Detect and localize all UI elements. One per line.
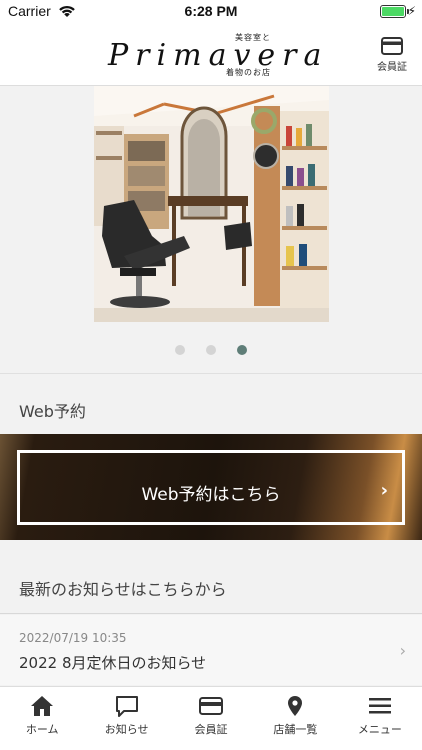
news-list-item[interactable]: 2022/07/19 10:35 2022 8月定休日のお知らせ › xyxy=(0,615,422,685)
web-reservation-button[interactable]: Web予約はこちら › xyxy=(17,450,405,525)
carousel-pagination xyxy=(0,340,422,355)
news-heading: 最新のお知らせはこちらから xyxy=(19,580,227,599)
bottom-tab-bar: ホーム お知らせ 会員証 店舗一覧 メニュー xyxy=(0,686,422,750)
salon-interior-illustration xyxy=(94,86,329,322)
tab-menu-label: メニュー xyxy=(357,723,402,736)
carousel-dot-3-active[interactable] xyxy=(237,345,248,355)
tab-news-label: お知らせ xyxy=(104,723,149,736)
tab-stores[interactable]: 店舗一覧 xyxy=(253,687,337,750)
tab-home-label: ホーム xyxy=(25,723,59,736)
card-icon xyxy=(199,697,224,715)
chevron-right-icon: › xyxy=(380,480,388,501)
logo-wordmark: Primavera xyxy=(108,38,329,73)
app-header: 美容室と Primavera 着物のお店 会員証 xyxy=(0,24,422,86)
carousel-dot-1[interactable] xyxy=(174,345,185,355)
tab-member-card[interactable]: 会員証 xyxy=(169,687,253,750)
card-icon xyxy=(381,37,403,55)
news-date: 2022/07/19 10:35 xyxy=(19,631,127,645)
tab-home[interactable]: ホーム xyxy=(0,687,84,750)
tab-menu[interactable]: メニュー xyxy=(338,687,422,750)
charging-icon: ⚡ xyxy=(407,4,416,18)
location-pin-icon xyxy=(288,696,303,716)
tab-stores-label: 店舗一覧 xyxy=(273,723,318,736)
salon-interior-photo[interactable] xyxy=(94,86,329,322)
status-time: 6:28 PM xyxy=(184,3,238,19)
status-bar: Carrier 6:28 PM ⚡ xyxy=(0,0,422,24)
tab-news[interactable]: お知らせ xyxy=(84,687,168,750)
logo-subtitle-bottom: 着物のお店 xyxy=(226,68,271,77)
primavera-logo: 美容室と Primavera 着物のお店 xyxy=(108,32,321,80)
news-section-header: 最新のお知らせはこちらから xyxy=(0,562,422,614)
news-title: 2022 8月定休日のお知らせ xyxy=(19,654,207,672)
home-icon xyxy=(31,696,54,716)
chevron-right-icon: › xyxy=(399,641,406,660)
member-card-button[interactable]: 会員証 xyxy=(374,37,410,75)
carousel-dot-2[interactable] xyxy=(206,345,216,355)
web-reservation-section: Web予約 xyxy=(0,373,422,421)
web-reservation-heading: Web予約 xyxy=(19,402,86,421)
hamburger-menu-icon xyxy=(368,698,391,714)
web-reservation-banner: Web予約はこちら › xyxy=(0,434,422,540)
member-card-label: 会員証 xyxy=(377,62,407,73)
battery-icon xyxy=(380,5,409,18)
web-reservation-button-label: Web予約はこちら xyxy=(141,485,281,505)
message-icon xyxy=(115,696,138,717)
tab-member-card-label: 会員証 xyxy=(194,723,228,736)
